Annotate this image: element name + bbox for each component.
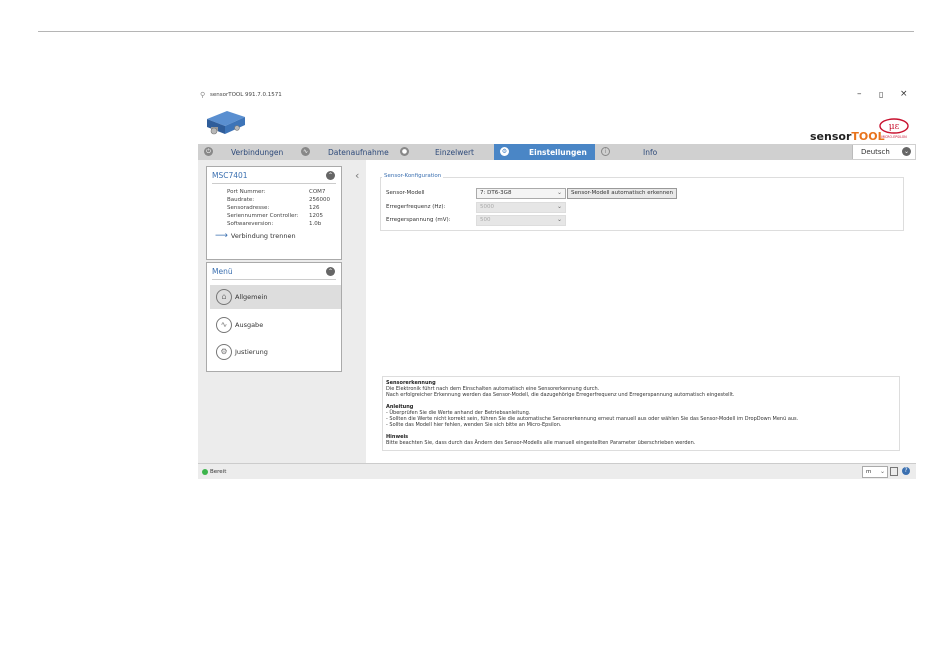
tab-einstellungen[interactable]: ⚙ Einstellungen <box>494 144 595 160</box>
minimize-button[interactable]: – <box>857 89 862 99</box>
panel-divider <box>212 183 336 184</box>
micro-epsilon-logo: με MICRO-EPSILON <box>879 118 909 139</box>
chevron-down-icon: ⌄ <box>556 189 562 196</box>
sensor-config-group: Sensor-Modell 7: DT6-3G8 ⌄ Sensor-Modell… <box>380 177 904 231</box>
serial-number-label: Seriennummer Controller: <box>227 213 299 219</box>
help-panel: Sensorerkennung Die Elektronik führt nac… <box>382 376 900 451</box>
record-icon: ∿ <box>301 147 310 156</box>
menu-title: Menü <box>212 267 233 276</box>
sensor-model-select[interactable]: 7: DT6-3G8 ⌄ <box>476 188 566 199</box>
chevron-down-icon: ⌄ <box>556 203 562 210</box>
status-text: Bereit <box>210 469 227 475</box>
port-value: COM7 <box>309 189 326 195</box>
menu-item-allgemein[interactable]: ⌂ Allgemein <box>210 285 341 309</box>
voltage-label: Erregerspannung (mV): <box>386 217 451 223</box>
baudrate-value: 256000 <box>309 197 330 203</box>
frequency-label: Erregerfrequenz (Hz): <box>386 204 446 210</box>
menu-item-justierung[interactable]: ⚙ Justierung <box>210 340 341 364</box>
tab-datenaufnahme[interactable]: ∿ Datenaufnahme <box>295 144 395 160</box>
window-title: sensorTOOL 991.7.0.1571 <box>210 92 282 98</box>
menu-panel: Menü ⌃ ⌂ Allgemein ∿ Ausgabe ⚙ Justierun… <box>206 262 342 372</box>
sensor-config-legend: Sensor-Konfiguration <box>382 173 444 179</box>
main-tab-bar: ⏻ Verbindungen ∿ Datenaufnahme ● Einzelw… <box>198 144 916 160</box>
wave-icon: ∿ <box>216 317 232 333</box>
document-icon[interactable] <box>890 467 898 476</box>
title-bar: ⚲ sensorTOOL 991.7.0.1571 – ▯ × <box>198 87 916 105</box>
tab-label: Einzelwert <box>435 148 474 157</box>
help-icon[interactable]: ? <box>902 467 910 475</box>
info-icon: i <box>601 147 610 156</box>
tab-label: Verbindungen <box>231 148 284 157</box>
software-version-label: Softwareversion: <box>227 221 274 227</box>
maximize-button[interactable]: ▯ <box>879 90 883 99</box>
app-window: ⚲ sensorTOOL 991.7.0.1571 – ▯ × sensorTO… <box>198 87 916 479</box>
baudrate-label: Baudrate: <box>227 197 255 203</box>
tab-label: Info <box>643 148 658 157</box>
frequency-select[interactable]: 5000 ⌄ <box>476 202 566 213</box>
page-divider <box>38 31 914 32</box>
collapse-menu-icon[interactable]: ⌃ <box>326 267 335 276</box>
tab-label: Einstellungen <box>529 148 587 157</box>
voltage-select[interactable]: 500 ⌄ <box>476 215 566 226</box>
language-value: Deutsch <box>861 148 890 156</box>
svg-text:με: με <box>889 122 900 132</box>
chevron-down-icon: ⌄ <box>879 468 885 475</box>
hint-line: Nach erfolgreicher Erkennung werden das … <box>386 392 735 398</box>
home-icon: ⌂ <box>216 289 232 305</box>
left-sidebar: MSC7401 ⌃ Port Nummer: COM7 Baudrate: 25… <box>198 160 366 463</box>
device-title: MSC7401 <box>212 171 248 180</box>
tab-einzelwert[interactable]: ● Einzelwert <box>394 144 494 160</box>
chevron-down-icon: ⌄ <box>902 147 911 156</box>
status-bar: Bereit m ⌄ ? <box>198 463 916 479</box>
sensor-model-label: Sensor-Modell <box>386 190 425 196</box>
language-select[interactable]: Deutsch ⌄ <box>852 145 915 159</box>
status-indicator-icon <box>202 469 208 475</box>
hint-line: - Sollte das Modell hier fehlen, wenden … <box>386 422 562 428</box>
menu-item-ausgabe[interactable]: ∿ Ausgabe <box>210 313 341 337</box>
controller-device-icon <box>207 111 245 135</box>
chevron-down-icon: ⌄ <box>556 216 562 223</box>
unit-select[interactable]: m ⌄ <box>862 466 888 478</box>
arrow-right-icon: ⟶ <box>215 231 228 241</box>
tab-verbindungen[interactable]: ⏻ Verbindungen <box>198 144 298 160</box>
settings-icon: ⚙ <box>216 344 232 360</box>
hint-line: Bitte beachten Sie, dass durch das Änder… <box>386 440 696 446</box>
micro-epsilon-text: MICRO-EPSILON <box>881 135 907 139</box>
disconnect-link[interactable]: ⟶ Verbindung trennen <box>215 231 296 241</box>
gear-icon: ⚙ <box>500 147 509 156</box>
plug-icon: ⏻ <box>204 147 213 156</box>
port-label: Port Nummer: <box>227 189 266 195</box>
device-info-panel: MSC7401 ⌃ Port Nummer: COM7 Baudrate: 25… <box>206 166 342 260</box>
settings-content: Sensor-Modell 7: DT6-3G8 ⌄ Sensor-Modell… <box>368 160 916 463</box>
tab-info[interactable]: i Info <box>595 144 693 160</box>
app-icon: ⚲ <box>200 91 206 99</box>
close-button[interactable]: × <box>900 89 908 99</box>
collapse-panel-icon[interactable]: ⌃ <box>326 171 335 180</box>
auto-detect-button[interactable]: Sensor-Modell automatisch erkennen <box>567 188 678 199</box>
tab-label: Datenaufnahme <box>328 148 389 157</box>
sensor-address-label: Sensoradresse: <box>227 205 270 211</box>
sensor-address-value: 126 <box>309 205 320 211</box>
collapse-sidebar-icon[interactable]: ‹ <box>355 169 359 182</box>
panel-divider <box>212 279 336 280</box>
software-version-value: 1.0b <box>309 221 322 227</box>
serial-number-value: 1205 <box>309 213 323 219</box>
value-icon: ● <box>400 147 409 156</box>
